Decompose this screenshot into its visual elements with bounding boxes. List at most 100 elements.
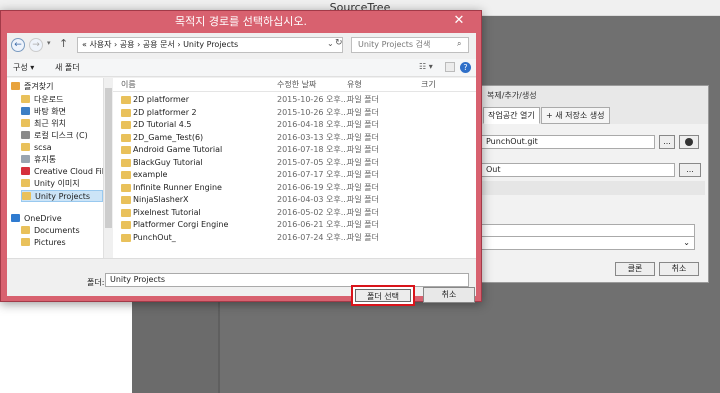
file-row[interactable]: NinjaSlasherX 2016-04-03 오후... 파일 폴더	[113, 194, 476, 207]
clone-dialog-title: 복제/추가/생성	[487, 91, 537, 100]
address-bar[interactable]: « 사용자 › 공용 › 공용 문서 › Unity Projects	[77, 37, 343, 53]
folder-icon	[21, 95, 30, 103]
navigation-scrollbar[interactable]	[103, 78, 113, 258]
file-date: 2016-06-19 오후...	[277, 182, 349, 192]
file-name: 2D platformer	[133, 95, 189, 104]
source-type-button[interactable]	[679, 135, 699, 149]
tab-new-repository[interactable]: + 새 저장소 생성	[541, 107, 610, 124]
file-type: 파일 폴더	[347, 232, 379, 242]
nav-item[interactable]: Creative Cloud File	[21, 166, 109, 178]
nav-item[interactable]: OneDrive	[11, 213, 62, 225]
folder-icon	[121, 196, 131, 204]
nav-item-label: OneDrive	[24, 214, 62, 223]
file-type: 파일 폴더	[347, 207, 379, 217]
nav-item[interactable]: 휴지통	[21, 154, 56, 166]
view-options-icon[interactable]: ☷ ▾	[419, 62, 433, 71]
nav-item-label: 최근 위치	[34, 119, 66, 128]
dialog-client: ← → ▾ ↑ « 사용자 › 공용 › 공용 문서 › Unity Proje…	[7, 33, 476, 306]
onedrive-icon	[11, 214, 20, 222]
sourcetree-panel-shade	[132, 300, 218, 393]
up-button[interactable]: ↑	[59, 37, 68, 50]
file-row[interactable]: BlackGuy Tutorial 2015-07-05 오후... 파일 폴더	[113, 157, 476, 170]
file-name: 2D platformer 2	[133, 107, 197, 117]
folder-icon	[121, 96, 131, 104]
chevron-down-icon: ⌄	[327, 39, 334, 48]
close-button[interactable]: ✕	[437, 11, 481, 31]
file-name: 2D_Game_Test(6)	[133, 132, 204, 142]
tab-open-workspace[interactable]: 작업공간 열기	[483, 107, 540, 124]
file-date: 2016-04-18 오후...	[277, 120, 349, 129]
file-date: 2016-07-17 오후...	[277, 170, 349, 179]
file-row[interactable]: Infinite Runner Engine 2016-06-19 오후... 파일…	[113, 182, 476, 195]
nav-item[interactable]: 로컬 디스크 (C)	[21, 130, 88, 142]
folder-icon	[121, 146, 131, 154]
help-icon[interactable]: ?	[460, 62, 471, 73]
file-row[interactable]: PunchOut_ 2016-07-24 오후... 파일 폴더	[113, 232, 476, 245]
nav-item[interactable]: 다운로드	[21, 94, 63, 106]
refresh-button[interactable]: ↻	[335, 38, 343, 48]
star-icon	[11, 82, 20, 90]
browse-source-button[interactable]: ...	[659, 135, 675, 149]
arrow-right-icon: →	[32, 40, 40, 50]
nav-item[interactable]: Documents	[21, 225, 80, 237]
file-row[interactable]: 2D platformer 2 2015-10-26 오후... 파일 폴더	[113, 107, 476, 120]
nav-item[interactable]: scsa	[21, 142, 52, 154]
organize-menu[interactable]: 구성 ▾	[13, 62, 34, 73]
file-name: Platformer Corgi Engine	[133, 220, 229, 229]
file-type: 파일 폴더	[347, 145, 379, 154]
file-row[interactable]: 2D Tutorial 4.5 2016-04-18 오후... 파일 폴더	[113, 119, 476, 132]
file-name: NinjaSlasherX	[133, 195, 189, 204]
file-list: 이름 수정한 날짜 유형 크기 2D platformer 2015-10-26 …	[113, 78, 476, 258]
address-dropdown[interactable]: ⌄	[327, 39, 334, 48]
nav-item[interactable]: 최근 위치	[21, 118, 66, 130]
select-folder-button[interactable]: 폴더 선택	[351, 285, 415, 306]
file-row[interactable]: example 2016-07-17 오후... 파일 폴더	[113, 169, 476, 182]
column-name[interactable]: 이름	[121, 78, 136, 92]
arrow-left-icon: ←	[14, 40, 22, 50]
horizontal-scrollbar[interactable]	[7, 258, 476, 268]
folder-icon	[121, 121, 131, 129]
column-type[interactable]: 유형	[347, 78, 362, 92]
source-url-field[interactable]: PunchOut.git	[481, 135, 655, 149]
scrollbar-thumb[interactable]	[105, 88, 112, 228]
arrow-up-icon: ↑	[59, 37, 69, 50]
search-input[interactable]: Unity Projects 검색	[351, 37, 469, 53]
new-folder-button[interactable]: 새 폴더	[55, 62, 80, 73]
file-row[interactable]: Pixelnest Tutorial 2016-05-02 오후... 파일 폴더	[113, 207, 476, 220]
nav-item[interactable]: 바탕 화면	[21, 106, 66, 118]
destination-path-field[interactable]: Out	[481, 163, 675, 177]
column-size[interactable]: 크기	[421, 78, 436, 92]
dialog-title: 목적지 경로를 선택하십시오.	[175, 15, 307, 28]
desktop-icon	[21, 107, 30, 115]
file-type: 파일 폴더	[347, 182, 379, 192]
nav-item[interactable]: 즐겨찾기	[11, 81, 53, 93]
file-list-header: 이름 수정한 날짜 유형 크기	[113, 78, 476, 92]
trash-icon	[21, 155, 30, 163]
folder-icon	[21, 143, 30, 151]
folder-icon	[121, 171, 131, 179]
nav-item[interactable]: Unity Projects	[21, 190, 103, 202]
file-row[interactable]: Platformer Corgi Engine 2016-06-21 오후... 파…	[113, 219, 476, 232]
browse-destination-button[interactable]: ...	[679, 163, 701, 177]
options-dropdown[interactable]: ⌄	[481, 236, 695, 250]
cancel-button[interactable]: 취소	[423, 287, 475, 303]
back-button[interactable]: ←	[11, 38, 25, 52]
folder-icon	[121, 221, 131, 229]
nav-item-label: Unity Projects	[35, 192, 91, 201]
clone-tab-bar: 복제/추가/생성 작업공간 열기 + 새 저장소 생성	[479, 86, 708, 124]
file-name: PunchOut_	[133, 232, 176, 242]
folder-icon	[121, 133, 131, 142]
clone-cancel-button[interactable]: 취소	[659, 262, 699, 276]
clone-button[interactable]: 클론	[615, 262, 655, 276]
nav-item[interactable]: Pictures	[21, 237, 66, 249]
file-row[interactable]: 2D_Game_Test(6) 2016-03-13 오후... 파일 폴더	[113, 132, 476, 145]
file-row[interactable]: 2D platformer 2015-10-26 오후... 파일 폴더	[113, 94, 476, 107]
forward-button[interactable]: →	[29, 38, 43, 52]
file-row[interactable]: Android Game Tutorial 2016-07-18 오후... 파일 …	[113, 144, 476, 157]
search-icon: ⌕	[457, 39, 462, 48]
column-date[interactable]: 수정한 날짜	[277, 78, 316, 92]
nav-item[interactable]: Unity 이미지	[21, 178, 80, 190]
nav-item-label: 휴지통	[34, 155, 57, 164]
recent-dropdown[interactable]: ▾	[47, 39, 51, 47]
preview-pane-icon[interactable]	[445, 62, 455, 72]
